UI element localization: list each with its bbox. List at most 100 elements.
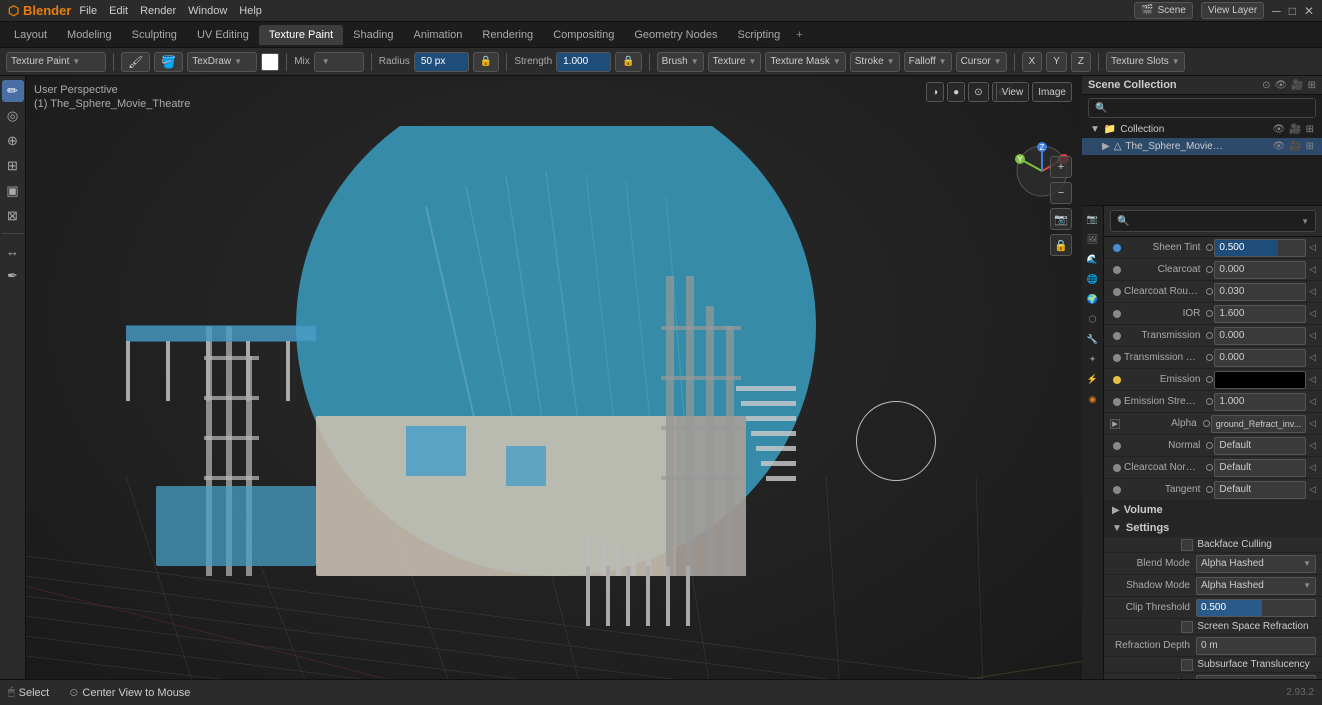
emission-strength-reset[interactable]: ◁ (1309, 396, 1316, 407)
ior-reset[interactable]: ◁ (1309, 308, 1316, 319)
settings-section[interactable]: ▼ Settings (1104, 519, 1322, 537)
radius-lock[interactable]: 🔒 (473, 52, 499, 72)
tab-modeling[interactable]: Modeling (57, 25, 122, 45)
props-search[interactable]: 🔍 ▼ (1110, 210, 1316, 232)
render-props-icon[interactable]: 📷 (1084, 210, 1102, 228)
viewport-shading-solid[interactable]: ◑ (926, 82, 944, 102)
tab-animation[interactable]: Animation (404, 25, 473, 45)
emission-reset[interactable]: ◁ (1309, 374, 1316, 385)
sheen-tint-value[interactable]: 0.500 (1214, 239, 1306, 257)
symmetry-z[interactable]: Z (1071, 52, 1091, 72)
close-button[interactable]: ✕ (1304, 4, 1314, 18)
transmission-reset[interactable]: ◁ (1309, 330, 1316, 341)
backface-checkbox[interactable] (1181, 539, 1193, 551)
symmetry-x[interactable]: X (1022, 52, 1043, 72)
maximize-button[interactable]: □ (1289, 4, 1296, 18)
tab-scripting[interactable]: Scripting (727, 25, 790, 45)
modifier-props-icon[interactable]: 🔧 (1084, 330, 1102, 348)
clearcoat-rough-input[interactable]: 0.030 (1214, 283, 1306, 301)
minimize-button[interactable]: ─ (1272, 4, 1281, 18)
transmission-dot[interactable] (1113, 332, 1121, 340)
trans-rough-reset[interactable]: ◁ (1309, 352, 1316, 363)
clearcoat-rough-dot[interactable] (1113, 288, 1121, 296)
menu-file[interactable]: File (79, 5, 97, 17)
scene-selector[interactable]: 🎬 Scene (1134, 2, 1193, 19)
tab-layout[interactable]: Layout (4, 25, 57, 45)
tab-sculpting[interactable]: Sculpting (122, 25, 187, 45)
clearcoat-input[interactable]: 0.000 (1214, 261, 1306, 279)
outliner-view[interactable]: 🎥 (1291, 80, 1303, 91)
outliner-render[interactable]: ⊞ (1308, 80, 1316, 91)
color-picker[interactable] (261, 53, 279, 71)
alpha-expand[interactable]: ▶ (1110, 419, 1120, 429)
menu-help[interactable]: Help (239, 5, 262, 17)
collection-cam-icon[interactable]: 🎥 (1289, 124, 1301, 135)
smear-tool[interactable]: ⊕ (2, 130, 24, 152)
clearcoat-normal-input[interactable]: Default (1214, 459, 1306, 477)
sheen-tint-dot[interactable] (1113, 244, 1121, 252)
texture-dropdown[interactable]: Texture ▼ (708, 52, 762, 72)
sst-checkbox[interactable] (1181, 659, 1193, 671)
tab-compositing[interactable]: Compositing (543, 25, 624, 45)
refraction-depth-value[interactable]: 0 m (1196, 637, 1316, 655)
particle-props-icon[interactable]: ✦ (1084, 350, 1102, 368)
physics-props-icon[interactable]: ⚡ (1084, 370, 1102, 388)
world-props-icon[interactable]: 🌍 (1084, 290, 1102, 308)
ior-input[interactable]: 1.600 (1214, 305, 1306, 323)
blend-mode-value[interactable]: Alpha Hashed ▼ (1196, 555, 1316, 573)
object-cam-icon[interactable]: 🎥 (1289, 141, 1301, 152)
trans-rough-input[interactable]: 0.000 (1214, 349, 1306, 367)
object-render-icon[interactable]: ⊞ (1306, 141, 1314, 152)
soften-tool[interactable]: ◎ (2, 105, 24, 127)
normal-input[interactable]: Default (1214, 437, 1306, 455)
cursor-dropdown[interactable]: Cursor ▼ (956, 52, 1007, 72)
clip-threshold-input[interactable]: 0.500 (1196, 599, 1316, 617)
emission-value[interactable] (1214, 371, 1306, 389)
trans-rough-dot[interactable] (1113, 354, 1121, 362)
clearcoat-rough-value[interactable]: 0.030 (1214, 283, 1306, 301)
view-camera[interactable]: 📷 (1050, 208, 1072, 230)
emission-strength-input[interactable]: 1.000 (1214, 393, 1306, 411)
normal-dot[interactable] (1113, 442, 1121, 450)
strength-lock[interactable]: 🔒 (615, 52, 641, 72)
brush-mode-paint[interactable]: 🖌 (121, 52, 150, 72)
pass-index-input[interactable]: 0 (1196, 675, 1316, 680)
menu-window[interactable]: Window (188, 5, 227, 17)
outliner-search[interactable]: 🔍 (1088, 98, 1316, 118)
falloff-dropdown[interactable]: Falloff ▼ (904, 52, 952, 72)
select-menu[interactable]: Image (1032, 82, 1072, 102)
emission-strength-value[interactable]: 1.000 (1214, 393, 1306, 411)
menu-render[interactable]: Render (140, 5, 176, 17)
shadow-mode-dropdown[interactable]: Alpha Hashed ▼ (1196, 577, 1316, 595)
symmetry-y[interactable]: Y (1046, 52, 1067, 72)
clearcoat-rough-reset[interactable]: ◁ (1309, 286, 1316, 297)
tab-shading[interactable]: Shading (343, 25, 403, 45)
clip-threshold-value[interactable]: 0.500 (1196, 599, 1316, 617)
tab-uv-editing[interactable]: UV Editing (187, 25, 259, 45)
view-layer-selector[interactable]: View Layer (1201, 2, 1264, 19)
volume-section[interactable]: ▶ Volume (1104, 501, 1322, 519)
blend-selector[interactable]: ▼ (314, 52, 364, 72)
material-props-icon[interactable]: ◉ (1084, 390, 1102, 408)
transmission-value[interactable]: 0.000 (1214, 327, 1306, 345)
clearcoat-reset[interactable]: ◁ (1309, 264, 1316, 275)
normal-reset[interactable]: ◁ (1309, 440, 1316, 451)
ior-dot[interactable] (1113, 310, 1121, 318)
view-lock[interactable]: 🔒 (1050, 234, 1072, 256)
clearcoat-dot[interactable] (1113, 266, 1121, 274)
sheen-tint-input[interactable]: 0.500 (1214, 239, 1306, 257)
draw-tool[interactable]: ✏ (2, 80, 24, 102)
fill-tool[interactable]: ▣ (2, 180, 24, 202)
tab-geometry-nodes[interactable]: Geometry Nodes (624, 25, 727, 45)
brush-mode-fill[interactable]: 🪣 (154, 52, 183, 72)
brush-selector[interactable]: TexDraw ▼ (187, 52, 257, 72)
strength-slider[interactable]: 1.000 (556, 52, 611, 72)
emission-dot[interactable] (1113, 376, 1121, 384)
clearcoat-normal-value[interactable]: Default (1214, 459, 1306, 477)
clearcoat-normal-reset[interactable]: ◁ (1309, 462, 1316, 473)
overlay-options[interactable]: ⊙ (968, 82, 988, 102)
add-workspace-button[interactable]: + (790, 25, 808, 45)
collection-vis-icon[interactable]: 👁 (1272, 124, 1285, 135)
zoom-out-button[interactable]: − (1050, 182, 1072, 204)
emission-strength-dot[interactable] (1113, 398, 1121, 406)
